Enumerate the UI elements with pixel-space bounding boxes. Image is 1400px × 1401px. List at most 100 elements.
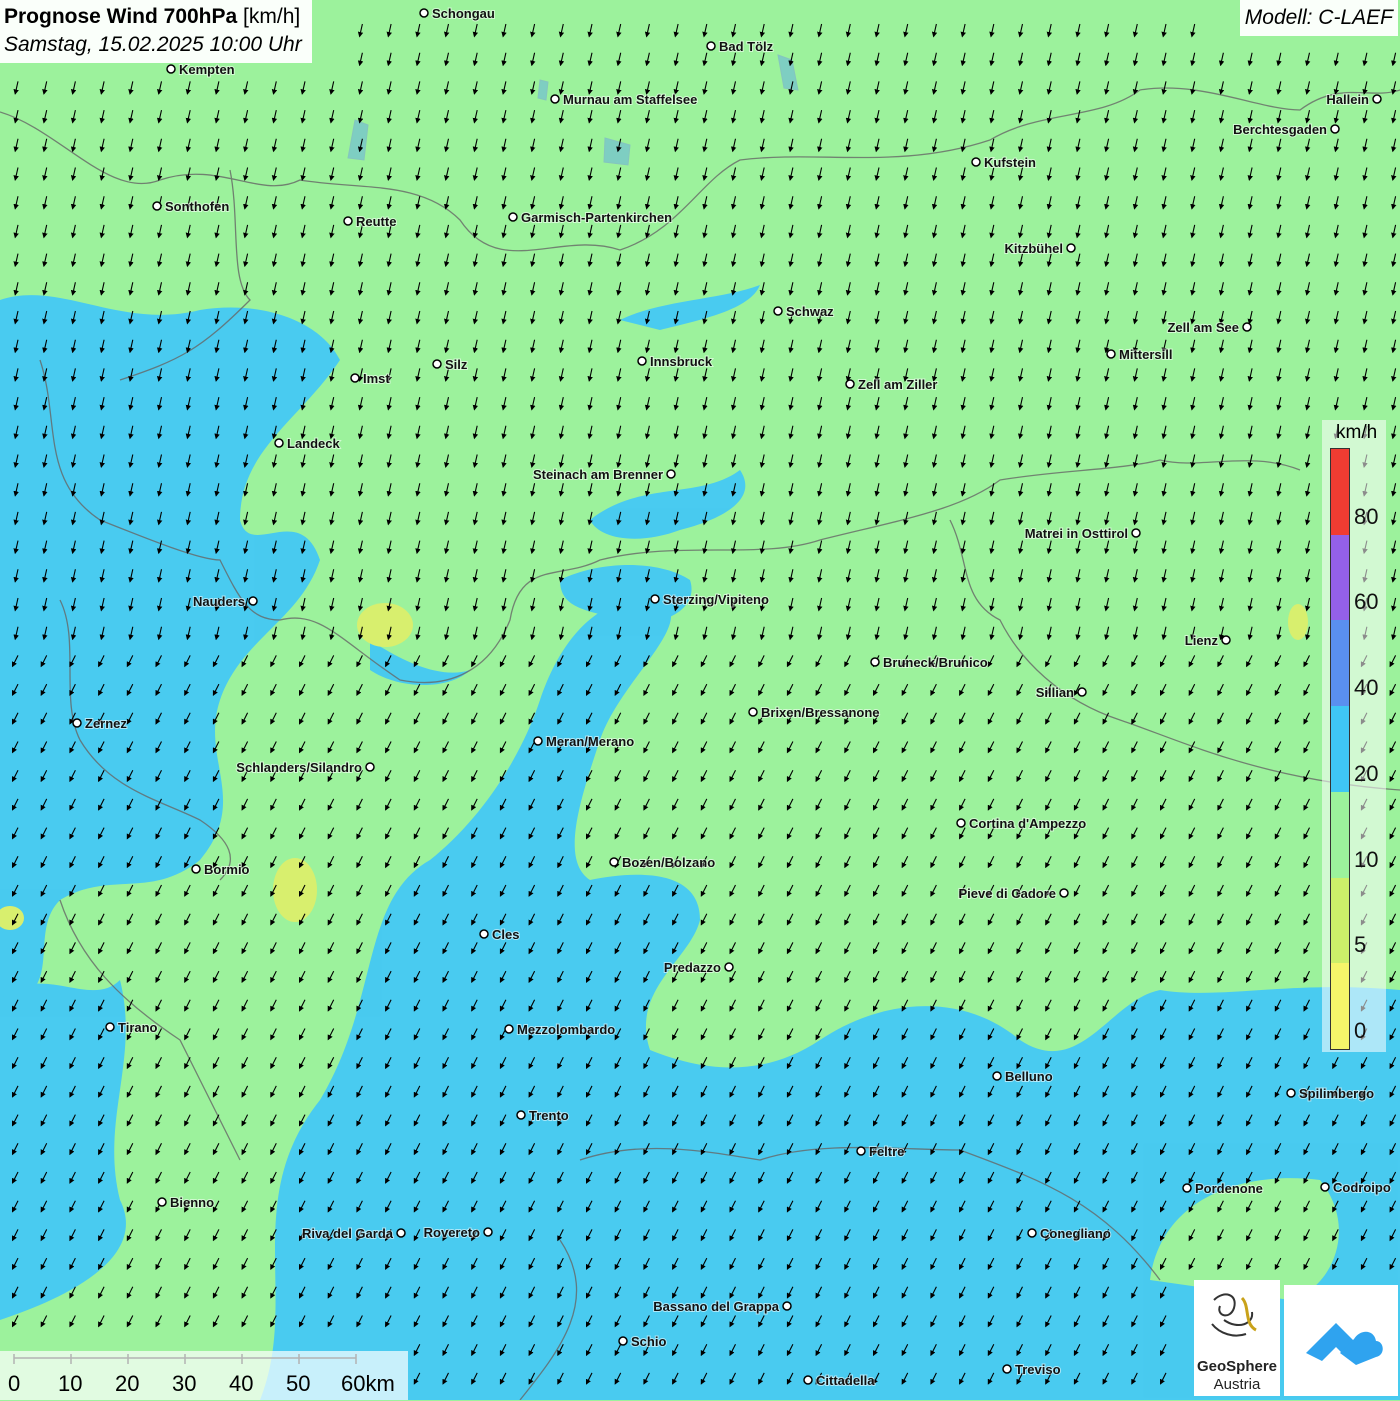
city-dot: [618, 1336, 628, 1346]
city-label: Cittadella: [816, 1373, 875, 1388]
geosphere-mark-icon: [1211, 1293, 1257, 1337]
city-dot: [748, 707, 758, 717]
city-label: Sillian: [1036, 685, 1074, 700]
model-label: Modell: C-LAEF: [1239, 0, 1398, 36]
city-marker: Cortina d'Ampezzo: [956, 815, 1087, 832]
logo-line1: GeoSphere: [1196, 1358, 1278, 1375]
city-dot: [533, 736, 543, 746]
scale-label-30: 30: [172, 1371, 197, 1396]
city-marker: Mezzolombardo: [504, 1021, 616, 1038]
city-dot: [1106, 349, 1116, 359]
city-label: Bormio: [204, 862, 250, 877]
cloud-arrow-logo: [1284, 1285, 1398, 1396]
forecast-datetime: Samstag, 15.02.2025 10:00 Uhr: [4, 33, 302, 56]
cloud-arrow-icon: [1306, 1323, 1383, 1365]
city-dot: [845, 379, 855, 389]
city-dot: [504, 1024, 514, 1034]
city-label: Belluno: [1005, 1069, 1053, 1084]
scale-label-0: 0: [8, 1371, 21, 1396]
city-label: Cles: [492, 927, 519, 942]
city-label: Pordenone: [1195, 1181, 1263, 1196]
city-marker: Pieve di Cadore: [957, 885, 1069, 902]
legend-label-20: 20: [1354, 760, 1379, 786]
city-label: Feltre: [869, 1144, 904, 1159]
city-dot: [274, 438, 284, 448]
city-label: Schongau: [432, 6, 495, 21]
city-dot: [343, 216, 353, 226]
title-main: Prognose Wind 700hPa: [4, 5, 238, 28]
legend-label-40: 40: [1354, 675, 1379, 701]
city-marker: Steinach am Brenner: [532, 466, 676, 483]
city-label: Innsbruck: [650, 354, 713, 369]
city-marker: Matrei in Osttirol: [1024, 525, 1141, 542]
legend-unit: km/h: [1336, 422, 1378, 443]
legend-band-5-10: [1331, 877, 1349, 964]
city-dot: [666, 469, 676, 479]
city-label: Brixen/Bressanone: [761, 705, 880, 720]
legend-label-60: 60: [1354, 589, 1379, 615]
legend-color-bar: [1330, 448, 1350, 1050]
city-marker: Meran/Merano: [533, 733, 635, 750]
city-label: Imst: [363, 371, 390, 386]
city-marker: Innsbruck: [637, 353, 714, 370]
city-label: Spilimbergo: [1299, 1086, 1374, 1101]
city-label: Meran/Merano: [546, 734, 634, 749]
city-dot: [479, 929, 489, 939]
city-dot: [248, 596, 258, 606]
city-label: Trento: [529, 1108, 569, 1123]
city-dot: [1320, 1182, 1330, 1192]
city-marker: Murnau am Staffelsee: [550, 91, 698, 108]
city-marker: Sonthofen: [152, 198, 230, 215]
city-dot: [637, 356, 647, 366]
legend-band-0-5: [1331, 963, 1349, 1049]
city-label: Zell am Ziller: [858, 377, 937, 392]
city-dot: [609, 857, 619, 867]
legend-band-20-40: [1331, 706, 1349, 792]
city-label: Landeck: [287, 436, 341, 451]
city-dot: [1330, 124, 1340, 134]
city-label: Silz: [445, 357, 468, 372]
city-dot: [152, 201, 162, 211]
city-dot: [419, 8, 429, 18]
city-label: Berchtesgaden: [1233, 122, 1327, 137]
city-dot: [971, 157, 981, 167]
city-label: Kempten: [179, 62, 235, 77]
city-label: Kufstein: [984, 155, 1036, 170]
city-dot: [72, 718, 82, 728]
city-marker: Bassano del Grappa: [652, 1298, 792, 1315]
city-label: Rovereto: [424, 1225, 480, 1240]
city-dot: [350, 373, 360, 383]
legend-band-80-100: [1331, 449, 1349, 535]
city-dot: [1002, 1364, 1012, 1374]
city-dot: [508, 212, 518, 222]
city-label: Bassano del Grappa: [653, 1299, 779, 1314]
city-label: Predazzo: [664, 960, 721, 975]
city-label: Schwaz: [786, 304, 834, 319]
city-dot: [870, 657, 880, 667]
city-dot: [803, 1375, 813, 1385]
city-label: Matrei in Osttirol: [1025, 526, 1128, 541]
city-label: Sonthofen: [165, 199, 229, 214]
scale-label-50: 50: [286, 1371, 311, 1396]
geosphere-logo: GeoSphere Austria: [1194, 1280, 1280, 1396]
legend-label-10: 10: [1354, 846, 1379, 872]
city-marker: Schongau: [419, 5, 496, 22]
scale-label-40: 40: [229, 1371, 254, 1396]
scale-label-60km: 60km: [341, 1371, 395, 1396]
city-label: Codroipo: [1333, 1180, 1391, 1195]
city-dot: [166, 64, 176, 74]
city-dot: [782, 1301, 792, 1311]
logo-line2: Austria: [1213, 1376, 1261, 1393]
city-marker: Bozen/Bolzano: [609, 854, 716, 871]
city-label: Bruneck/Brunico: [883, 655, 988, 670]
city-dot: [1077, 687, 1087, 697]
wind-map: Schongau Kempten Bad Tölz Murnau am Staffel…: [0, 0, 1400, 1400]
city-dot: [105, 1022, 115, 1032]
legend-label-5: 5: [1354, 932, 1367, 958]
city-dot: [550, 94, 560, 104]
city-dot: [1372, 94, 1382, 104]
city-dot: [432, 359, 442, 369]
city-dot: [1242, 322, 1252, 332]
scale-label-10: 10: [58, 1371, 83, 1396]
city-label: Bozen/Bolzano: [622, 855, 715, 870]
